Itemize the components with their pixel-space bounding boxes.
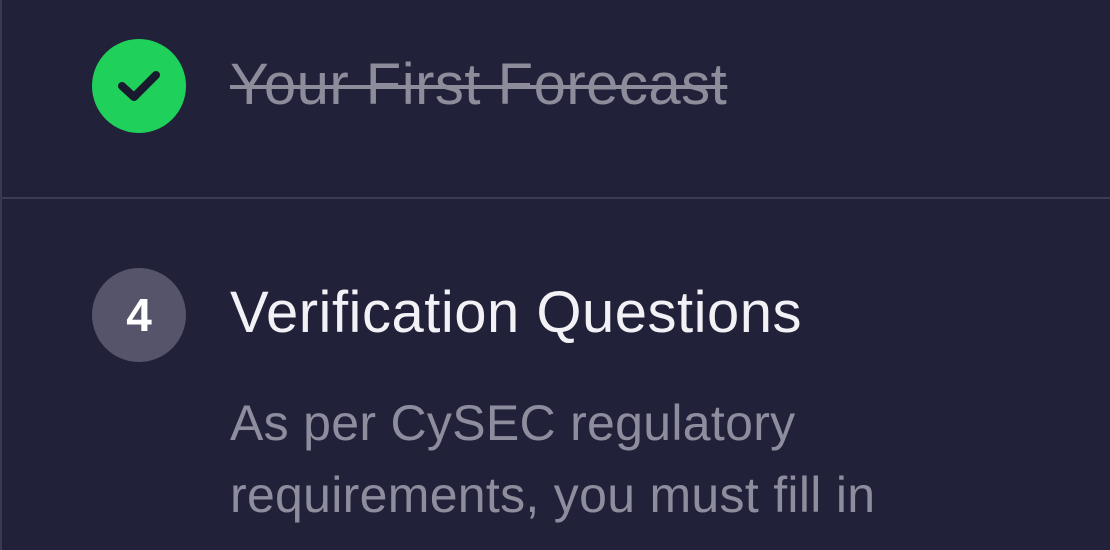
step-number-badge: 4 <box>92 268 186 362</box>
step-verification-questions[interactable]: 4 Verification Questions As per CySEC re… <box>2 199 1110 550</box>
checkmark-icon <box>118 71 160 101</box>
completed-badge <box>92 39 186 133</box>
step-title-active: Verification Questions <box>230 280 802 345</box>
step-description: As per CySEC regulatory requirements, yo… <box>230 395 876 523</box>
onboarding-steps-panel: Your First Forecast 4 Verification Quest… <box>0 0 1110 550</box>
step-title-completed: Your First Forecast <box>230 52 728 117</box>
step-your-first-forecast[interactable]: Your First Forecast <box>2 0 1110 198</box>
